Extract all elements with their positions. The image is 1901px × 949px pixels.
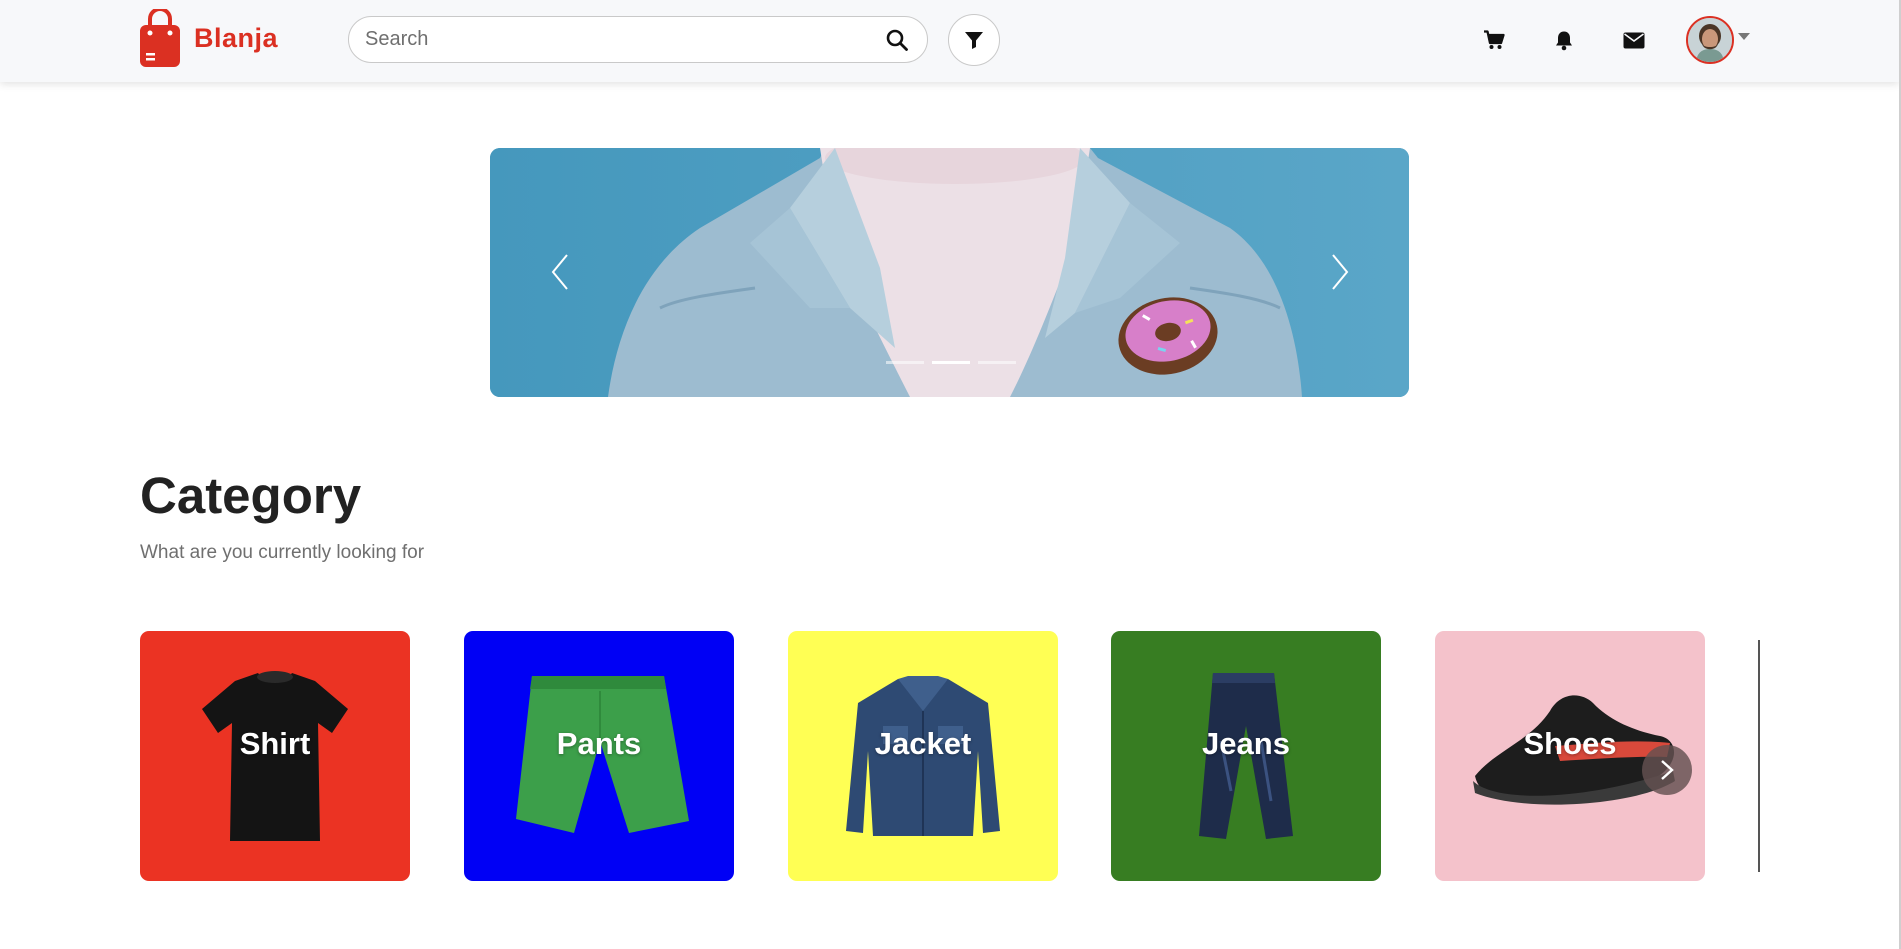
carousel-indicator-3[interactable] <box>978 361 1016 364</box>
chevron-left-icon <box>551 254 568 290</box>
category-label-jeans: Jeans <box>1202 726 1290 761</box>
search-button[interactable] <box>867 17 927 62</box>
carousel-prev-button[interactable] <box>540 244 580 300</box>
carousel-indicator-1[interactable] <box>886 361 924 364</box>
category-title: Category <box>140 467 362 524</box>
mail-icon <box>1623 32 1645 48</box>
shopping-bag-logo-icon <box>140 9 180 67</box>
category-label-pants: Pants <box>556 726 642 761</box>
category-card-pants[interactable]: Pants <box>464 631 734 881</box>
avatar-image <box>1688 18 1732 62</box>
search-input[interactable] <box>349 17 867 62</box>
brand-name: Blanja <box>194 22 279 53</box>
brand-logo-link[interactable]: Blanja <box>138 8 278 68</box>
cart-button[interactable] <box>1478 24 1510 56</box>
chevron-right-icon <box>1332 254 1349 290</box>
page: Blanja Search Category What are you curr… <box>0 0 1901 949</box>
user-avatar[interactable] <box>1686 16 1734 64</box>
category-label-shirt: Shirt <box>239 726 311 761</box>
avatar-dropdown-caret-icon[interactable] <box>1738 33 1750 40</box>
category-card-jeans[interactable]: Jeans <box>1111 631 1381 881</box>
filter-button[interactable] <box>948 14 1000 66</box>
search-icon <box>886 29 908 51</box>
carousel-indicators <box>886 361 1016 364</box>
chevron-right-icon <box>1661 760 1674 780</box>
filter-icon <box>965 32 983 49</box>
category-next-button[interactable] <box>1642 745 1692 795</box>
carousel-indicator-2[interactable] <box>932 361 970 364</box>
carousel-next-button[interactable] <box>1320 244 1360 300</box>
category-subtitle: What are you currently looking for <box>140 542 425 563</box>
notification-button[interactable] <box>1548 24 1580 56</box>
mail-button[interactable] <box>1618 24 1650 56</box>
category-card-shirt[interactable]: Shirt <box>140 631 410 881</box>
category-card-jacket[interactable]: Jacket <box>788 631 1058 881</box>
bell-icon <box>1556 31 1572 50</box>
hero-carousel <box>490 148 1409 397</box>
category-label-jacket: Jacket <box>874 726 972 761</box>
search-box <box>348 16 928 63</box>
carousel-slide-image <box>490 148 1409 397</box>
cart-icon <box>1484 30 1505 49</box>
navbar: Blanja <box>0 0 1899 82</box>
category-card-edge <box>1758 640 1760 872</box>
